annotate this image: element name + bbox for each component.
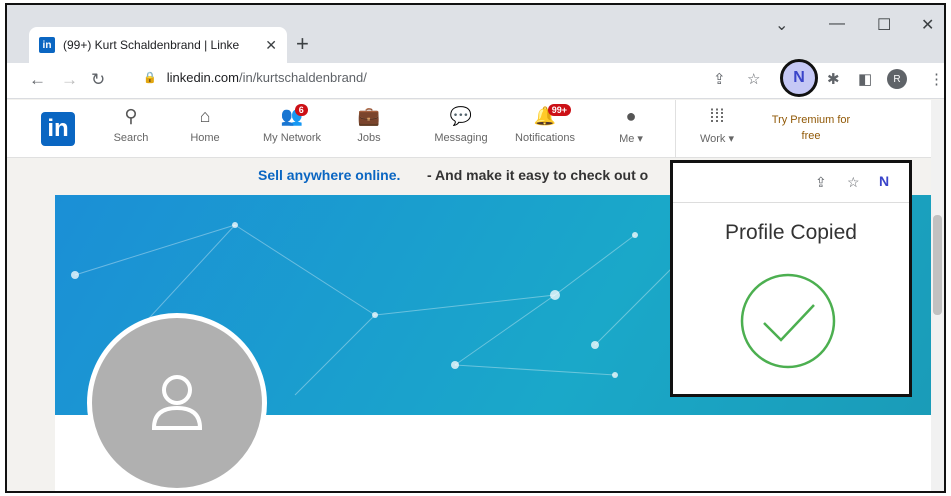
browser-tab[interactable]: in (99+) Kurt Schaldenbrand | Linke ✕ (29, 27, 287, 63)
lock-icon: 🔒 (143, 72, 157, 84)
profile-avatar[interactable]: R (887, 69, 907, 89)
share-icon[interactable]: ⇪ (815, 174, 827, 191)
nav-label: Jobs (357, 132, 381, 144)
tab-strip: in (99+) Kurt Schaldenbrand | Linke ✕ + … (7, 5, 944, 63)
close-window-button[interactable]: ✕ (921, 15, 934, 35)
popup-title: Profile Copied (725, 221, 857, 244)
ad-text: - And make it easy to check out o (427, 167, 649, 183)
new-tab-button[interactable]: + (296, 31, 309, 57)
linkedin-navbar: in ⚲ Search ⌂ Home 👥 6 My Network 💼 Jobs … (7, 100, 944, 158)
network-badge: 6 (294, 104, 308, 116)
nav-label: Me ▾ (619, 133, 643, 145)
nav-label: Notifications (515, 132, 575, 144)
grid-icon: ⁞⁞⁞ (709, 106, 725, 126)
profile-photo[interactable] (87, 313, 267, 491)
network-icon: 👥 6 (281, 104, 308, 128)
menu-kebab-icon[interactable]: ⋮ (929, 70, 944, 88)
nav-messaging[interactable]: 💬 Messaging (421, 106, 501, 144)
popup-toolbar: ⇪ ☆ N (673, 163, 909, 203)
nav-label: My Network (262, 132, 322, 144)
nav-search[interactable]: ⚲ Search (91, 106, 171, 144)
scrollbar[interactable] (931, 100, 944, 491)
nav-work[interactable]: ⁞⁞⁞ Work ▾ (677, 106, 757, 145)
home-icon: ⌂ (199, 106, 211, 126)
nav-my-network[interactable]: 👥 6 My Network (252, 104, 332, 144)
back-icon[interactable]: ← (29, 70, 46, 90)
address-bar[interactable]: 🔒 linkedin.com /in/kurtschaldenbrand/ (143, 70, 367, 85)
reload-icon[interactable]: ↻ (91, 70, 105, 90)
linkedin-logo[interactable]: in (41, 112, 75, 146)
briefcase-icon: 💼 (357, 106, 381, 126)
side-panel-icon[interactable]: ◧ (858, 70, 872, 88)
nav-divider (675, 100, 676, 158)
linkedin-favicon-icon: in (39, 37, 55, 53)
search-icon: ⚲ (124, 106, 138, 126)
extensions-puzzle-icon[interactable]: ✱ (827, 70, 840, 88)
bookmark-star-icon[interactable]: ☆ (847, 174, 860, 191)
maximize-button[interactable]: ☐ (877, 15, 891, 35)
bookmark-star-icon[interactable]: ☆ (747, 70, 760, 88)
nav-label: Home (190, 132, 220, 144)
avatar-icon: ● (625, 106, 637, 126)
tab-title: (99+) Kurt Schaldenbrand | Linke (63, 38, 240, 52)
nav-label: Search (113, 132, 149, 144)
notifications-badge: 99+ (547, 104, 572, 116)
share-icon[interactable]: ⇪ (713, 70, 726, 88)
browser-window: in (99+) Kurt Schaldenbrand | Linke ✕ + … (5, 3, 946, 493)
try-premium-link[interactable]: Try Premium for free (761, 112, 861, 144)
url-path: /in/kurtschaldenbrand/ (238, 70, 367, 85)
scroll-thumb[interactable] (933, 215, 942, 315)
minimize-button[interactable]: — (829, 15, 845, 33)
person-placeholder-icon (151, 375, 203, 430)
bell-icon: 🔔 99+ (534, 104, 572, 128)
nav-label: Messaging (434, 132, 488, 144)
nav-label: Work ▾ (699, 133, 735, 145)
extension-popup: ⇪ ☆ N Profile Copied (670, 160, 912, 397)
extension-icon[interactable]: N (879, 173, 889, 189)
nav-notifications[interactable]: 🔔 99+ Notifications (505, 104, 585, 144)
extension-button[interactable]: N (780, 59, 818, 97)
nav-jobs[interactable]: 💼 Jobs (329, 106, 409, 144)
tab-close-icon[interactable]: ✕ (265, 37, 277, 54)
url-host: linkedin.com (166, 70, 239, 85)
forward-icon[interactable]: → (61, 70, 78, 90)
tab-search-dropdown-icon[interactable]: ⌄ (775, 15, 788, 35)
nav-home[interactable]: ⌂ Home (165, 106, 245, 144)
nav-me[interactable]: ● Me ▾ (591, 106, 671, 145)
ad-link[interactable]: Sell anywhere online. (258, 167, 400, 183)
success-check-icon (738, 271, 838, 376)
message-icon: 💬 (449, 106, 473, 126)
